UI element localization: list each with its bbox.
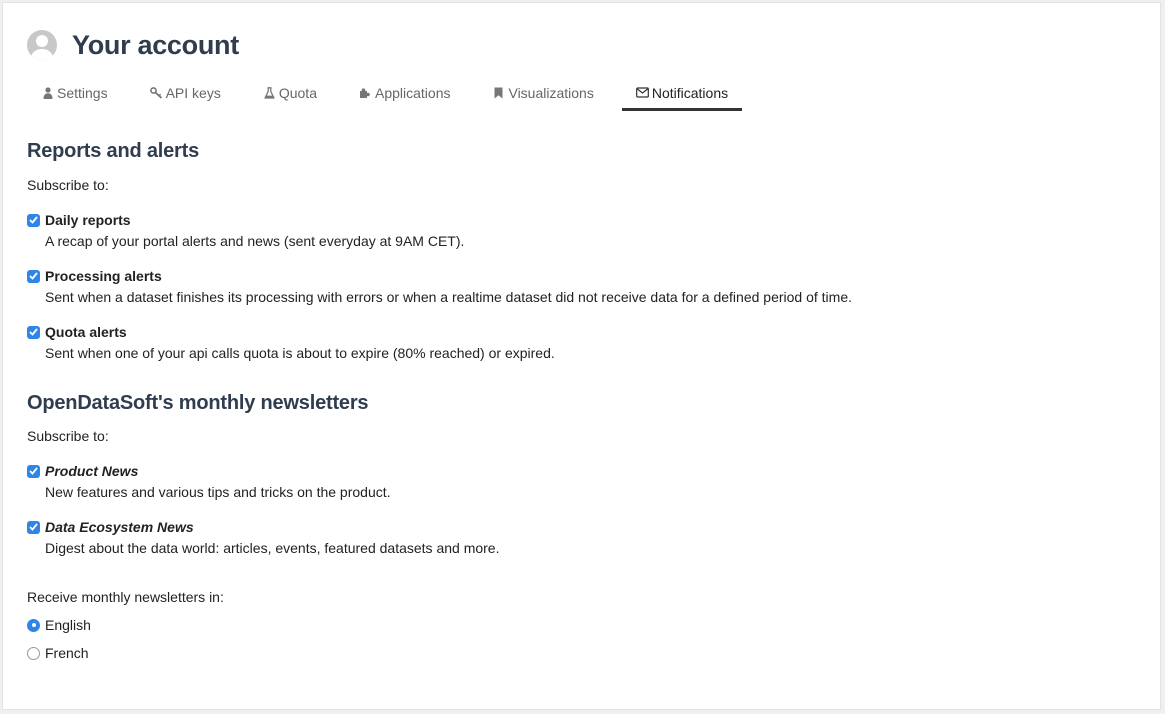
tab-settings[interactable]: Settings [27, 77, 122, 111]
radio-label: English [45, 617, 91, 633]
tab-quota[interactable]: Quota [249, 77, 331, 111]
processing-alerts-checkbox[interactable] [27, 269, 40, 283]
option-title: Processing alerts [45, 268, 162, 284]
option-description: Digest about the data world: articles, e… [45, 540, 500, 556]
reports-section-title: Reports and alerts [27, 140, 200, 162]
tab-label: Notifications [651, 84, 729, 101]
tab-label: Quota [278, 84, 317, 101]
quota-alerts-option: Quota alerts Sent when one of your api c… [27, 323, 1127, 361]
newsletters-subscribe-label: Subscribe to: [27, 428, 109, 444]
account-panel: Your account Settings API keys Quota App… [2, 2, 1161, 710]
newsletters-section-title: OpenDataSoft's monthly newsletters [27, 392, 369, 414]
option-description: Sent when a dataset finishes its process… [45, 289, 852, 305]
flask-icon [263, 86, 276, 99]
quota-alerts-checkbox[interactable] [27, 325, 40, 339]
user-avatar-icon [27, 30, 57, 60]
tab-label: Settings [57, 84, 108, 101]
product-news-checkbox[interactable] [27, 464, 40, 478]
french-radio[interactable] [27, 646, 40, 660]
language-option-english[interactable]: English [27, 616, 91, 634]
option-description: New features and various tips and tricks… [45, 484, 391, 500]
checkmark-icon [29, 467, 38, 475]
daily-reports-option: Daily reports A recap of your portal ale… [27, 211, 1127, 249]
account-tabs: Settings API keys Quota Applications Vis… [27, 77, 756, 111]
data-ecosystem-news-option: Data Ecosystem News Digest about the dat… [27, 518, 1127, 556]
checkmark-icon [29, 328, 38, 336]
option-title: Daily reports [45, 212, 131, 228]
puzzle-icon [359, 86, 372, 99]
tab-visualizations[interactable]: Visualizations [478, 77, 607, 111]
language-option-french[interactable]: French [27, 644, 89, 662]
daily-reports-checkbox[interactable] [27, 213, 40, 227]
user-icon [41, 86, 54, 99]
envelope-icon [635, 86, 649, 99]
tab-applications[interactable]: Applications [345, 77, 465, 111]
data-ecosystem-news-checkbox[interactable] [27, 520, 40, 534]
checkmark-icon [29, 216, 38, 224]
english-radio[interactable] [27, 618, 40, 632]
radio-label: French [45, 645, 89, 661]
tab-label: Visualizations [508, 84, 594, 101]
tab-label: Applications [374, 84, 451, 101]
option-title: Product News [45, 463, 139, 479]
language-label: Receive monthly newsletters in: [27, 589, 224, 605]
tab-notifications[interactable]: Notifications [621, 77, 743, 111]
tab-label: API keys [165, 84, 221, 101]
reports-subscribe-label: Subscribe to: [27, 177, 109, 193]
bookmark-icon [492, 86, 505, 99]
processing-alerts-option: Processing alerts Sent when a dataset fi… [27, 267, 1127, 305]
page-header: Your account [27, 27, 239, 63]
tab-api-keys[interactable]: API keys [136, 77, 235, 111]
option-description: A recap of your portal alerts and news (… [45, 233, 465, 249]
checkmark-icon [29, 272, 38, 280]
key-icon [149, 86, 163, 99]
product-news-option: Product News New features and various ti… [27, 462, 1127, 500]
checkmark-icon [29, 523, 38, 531]
option-description: Sent when one of your api calls quota is… [45, 345, 555, 361]
option-title: Data Ecosystem News [45, 519, 194, 535]
page-title: Your account [72, 29, 239, 60]
option-title: Quota alerts [45, 324, 127, 340]
